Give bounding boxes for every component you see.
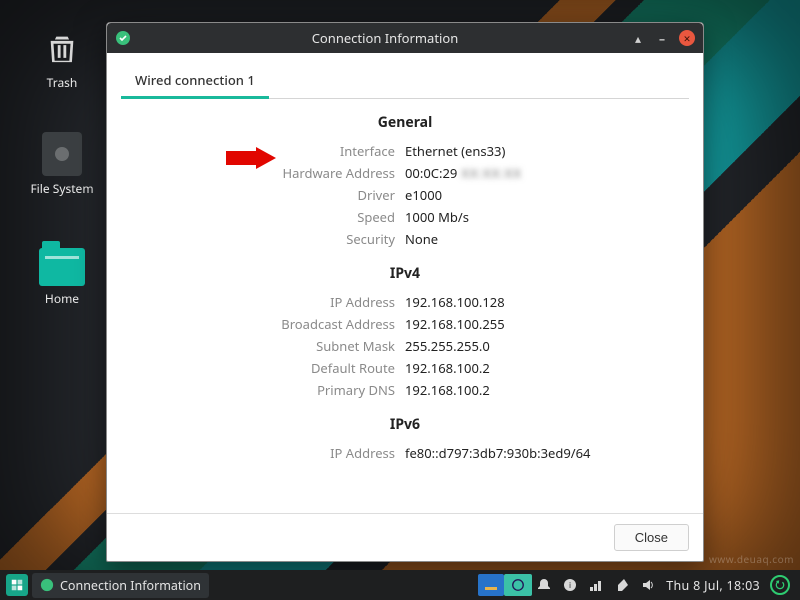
label-security: Security	[121, 228, 405, 250]
app-icon	[115, 30, 131, 46]
volume-icon[interactable]	[640, 577, 656, 593]
update-icon[interactable]: i	[562, 577, 578, 593]
folder-icon	[39, 248, 85, 286]
value-speed: 1000 Mb/s	[405, 206, 689, 228]
window-roll-up-button[interactable]	[631, 31, 645, 45]
disk-icon	[42, 132, 82, 176]
trash-icon	[42, 26, 82, 70]
label-ipv4-dns: Primary DNS	[121, 379, 405, 401]
label-interface: Interface	[121, 140, 405, 162]
start-menu-button[interactable]	[6, 574, 28, 596]
label-ipv4-subnet: Subnet Mask	[121, 335, 405, 357]
titlebar[interactable]: Connection Information	[107, 23, 703, 53]
system-tray: i Thu 8 Jul, 18:03 ⭮	[536, 575, 794, 595]
label-ipv6-ip: IP Address	[121, 442, 405, 464]
value-ipv4-broadcast: 192.168.100.255	[405, 313, 689, 335]
label-driver: Driver	[121, 184, 405, 206]
desktop-icon-label: Trash	[24, 74, 100, 91]
value-interface: Ethernet (ens33)	[405, 140, 689, 162]
taskbar-launchers	[478, 574, 532, 596]
section-heading: General	[121, 113, 689, 132]
section-heading: IPv6	[121, 415, 689, 434]
network-icon[interactable]	[588, 577, 604, 593]
section-general: General InterfaceEthernet (ens33) Hardwa…	[121, 113, 689, 250]
value-ipv6-ip: fe80::d797:3db7:930b:3ed9/64	[405, 442, 689, 464]
window-title: Connection Information	[139, 29, 631, 47]
hwaddr-redacted: XX:XX:XX	[461, 162, 522, 184]
launcher-browser[interactable]	[504, 574, 532, 596]
window-content: Wired connection 1 General InterfaceEthe…	[107, 53, 703, 513]
section-ipv4: IPv4 IP Address192.168.100.128 Broadcast…	[121, 264, 689, 401]
taskbar-item-label: Connection Information	[60, 577, 201, 594]
section-heading: IPv4	[121, 264, 689, 283]
button-bar: Close	[107, 513, 703, 561]
label-ipv4-broadcast: Broadcast Address	[121, 313, 405, 335]
value-ipv4-dns: 192.168.100.2	[405, 379, 689, 401]
value-driver: e1000	[405, 184, 689, 206]
close-button[interactable]: Close	[614, 524, 689, 551]
section-ipv6: IPv6 IP Addressfe80::d797:3db7:930b:3ed9…	[121, 415, 689, 464]
watermark-text: www.deuaq.com	[709, 552, 794, 566]
logout-button[interactable]: ⭮	[770, 575, 790, 595]
value-hardware-address: 00:0C:29 XX:XX:XX	[405, 162, 689, 184]
hwaddr-visible: 00:0C:29	[405, 162, 457, 184]
value-ipv4-route: 192.168.100.2	[405, 357, 689, 379]
label-speed: Speed	[121, 206, 405, 228]
app-icon	[40, 578, 54, 592]
connection-info-window: Connection Information Wired connection …	[106, 22, 704, 562]
value-ipv4-ip: 192.168.100.128	[405, 291, 689, 313]
desktop-icon-trash[interactable]: Trash	[24, 26, 100, 91]
taskbar-item-connection-info[interactable]: Connection Information	[32, 573, 209, 598]
value-security: None	[405, 228, 689, 250]
label-ipv4-route: Default Route	[121, 357, 405, 379]
svg-text:i: i	[569, 580, 571, 591]
clock[interactable]: Thu 8 Jul, 18:03	[666, 577, 760, 594]
notification-icon[interactable]	[536, 577, 552, 593]
desktop-icon-label: File System	[24, 180, 100, 197]
clipboard-icon[interactable]	[614, 577, 630, 593]
taskbar: Connection Information i Thu 8 Jul, 18:0…	[0, 570, 800, 600]
tab-wired-connection[interactable]: Wired connection 1	[121, 63, 269, 99]
value-ipv4-subnet: 255.255.255.0	[405, 335, 689, 357]
tabbar: Wired connection 1	[121, 63, 689, 99]
window-close-button[interactable]	[679, 30, 695, 46]
label-ipv4-ip: IP Address	[121, 291, 405, 313]
desktop-icon-label: Home	[24, 290, 100, 307]
launcher-show-desktop[interactable]	[478, 574, 504, 596]
desktop-icon-home[interactable]: Home	[24, 248, 100, 307]
desktop-icon-filesystem[interactable]: File System	[24, 132, 100, 197]
window-minimize-button[interactable]	[655, 31, 669, 45]
label-hardware-address: Hardware Address	[121, 162, 405, 184]
